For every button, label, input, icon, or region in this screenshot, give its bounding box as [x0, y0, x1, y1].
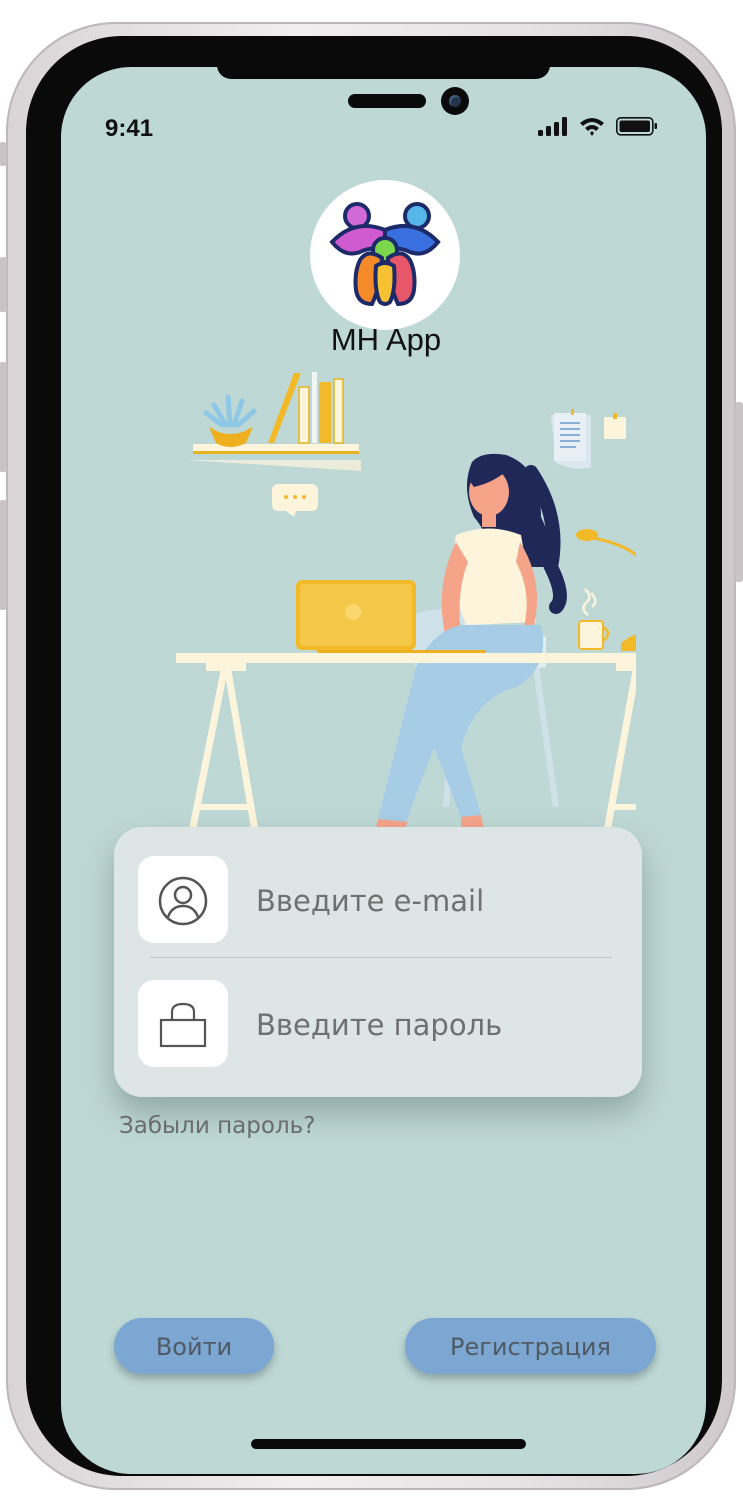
cellular-signal-icon: [538, 117, 567, 136]
speaker: [348, 94, 426, 108]
password-icon-box: [138, 980, 228, 1067]
email-icon-box: [138, 856, 228, 943]
home-indicator: [251, 1439, 526, 1449]
password-field[interactable]: [254, 1004, 598, 1046]
forgot-password-link[interactable]: Забыли пароль?: [119, 1113, 315, 1139]
password-field-row: [138, 980, 618, 1070]
email-field[interactable]: [254, 880, 598, 922]
user-icon: [158, 876, 208, 926]
front-camera: [441, 87, 469, 115]
battery-icon: [616, 117, 657, 136]
email-field-row: [138, 856, 618, 946]
phone-volume-up-button: [0, 257, 7, 312]
wifi-icon: [580, 118, 604, 136]
family-logo-icon: [329, 202, 441, 307]
woman-working-at-laptop-illustration: [176, 372, 636, 837]
login-card: [114, 827, 642, 1097]
lock-icon: [159, 1002, 207, 1048]
status-time: 9:41: [105, 115, 154, 142]
phone-side-button: [0, 142, 7, 166]
status-icons: [538, 117, 657, 136]
app-screen: 9:41 MH App Введите e-mail Забыли пароль…: [61, 67, 706, 1474]
login-button[interactable]: Войти: [114, 1318, 274, 1374]
app-name: MH App: [330, 322, 442, 357]
phone-frame: 9:41 MH App Введите e-mail Забыли пароль…: [0, 22, 743, 1490]
phone-power-button: [735, 402, 743, 582]
register-button[interactable]: Регистрация: [405, 1318, 656, 1374]
phone-volume-down-button: [0, 362, 7, 472]
phone-mute-button: [0, 500, 7, 610]
notch: [217, 67, 550, 79]
app-logo: [310, 180, 460, 330]
field-divider: [150, 957, 612, 958]
